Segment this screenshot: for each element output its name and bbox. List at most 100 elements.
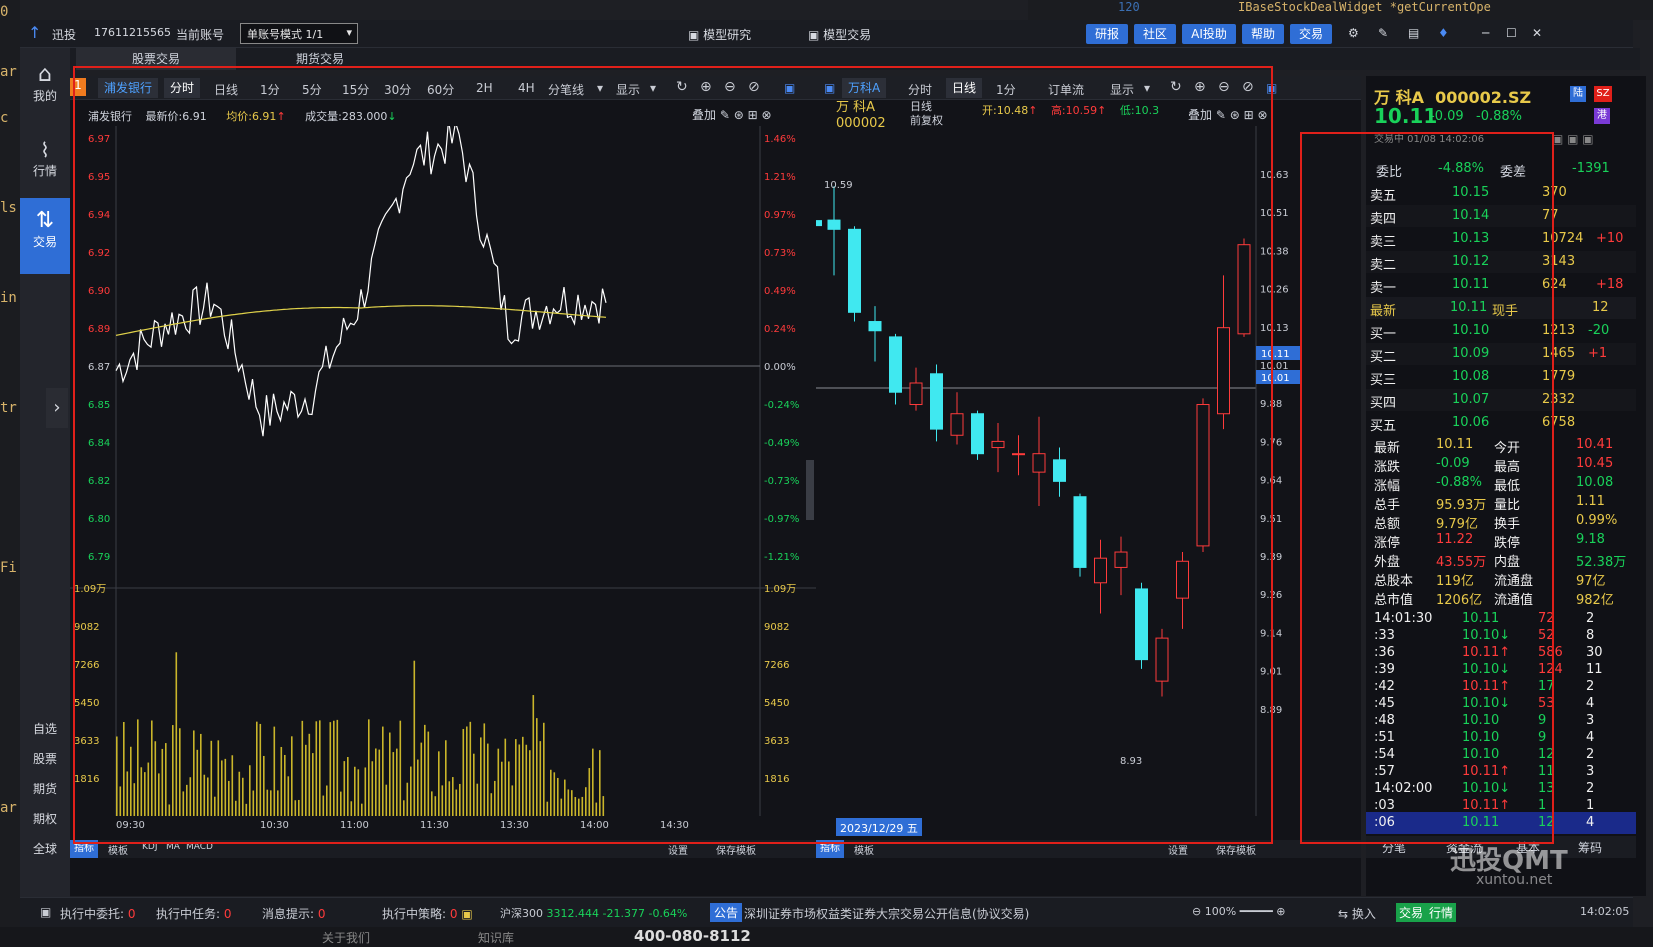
tab-model-research[interactable]: ▣ 模型研究 [688, 26, 751, 43]
tasks-icon[interactable]: ▣ [40, 905, 51, 919]
about-link[interactable]: 关于我们 [322, 929, 370, 946]
display-menu[interactable]: 显示 [1110, 81, 1134, 98]
market-toggle[interactable]: 行情 [1426, 903, 1457, 922]
tab-tick-line[interactable]: 分笔线 [548, 81, 584, 98]
research-button[interactable]: 研报 [1086, 24, 1128, 44]
tab-4h[interactable]: 4H [518, 81, 535, 95]
tab-indicator[interactable]: 指标 [70, 840, 98, 858]
refresh-icon[interactable]: ↻ [676, 79, 688, 95]
panel-icon[interactable]: ▣ [784, 81, 795, 95]
nav-stocks[interactable]: 股票 [20, 750, 70, 767]
skin-icon[interactable]: ♦ [1438, 26, 1449, 40]
tab-1min[interactable]: 1分 [260, 81, 280, 98]
chevron-down-icon[interactable]: ▾ [650, 81, 656, 95]
nav-watchlist[interactable]: 自选 [20, 720, 70, 737]
zoom-out-icon[interactable]: ⊖ [1218, 79, 1230, 95]
trade-button[interactable]: 交易 [1290, 24, 1332, 44]
zoom-in-icon[interactable]: ⊕ [700, 79, 712, 95]
tab-daily[interactable]: 日线 [946, 78, 983, 98]
tab-30min[interactable]: 30分 [384, 81, 411, 98]
tick-row-cell: 12 [1538, 815, 1555, 830]
status-tasks[interactable]: 执行中任务: 0 [156, 905, 232, 922]
tab-intraday[interactable]: 分时 [908, 81, 932, 98]
index-ticker[interactable]: 沪深300 3312.444 -21.377 -0.64% [500, 905, 687, 921]
close-icon[interactable]: ⊗ [762, 108, 772, 122]
nav-mine[interactable]: ⌂ 我的 [20, 58, 70, 124]
zoom-level[interactable]: ⊖ 100% ━━━━━ ⊕ [1192, 905, 1286, 918]
overlay-button[interactable]: 叠加 [692, 108, 716, 122]
collapse-arrow-icon[interactable]: › [46, 388, 68, 428]
kb-link[interactable]: 知识库 [478, 929, 514, 946]
settings-icon[interactable]: ⊛ [734, 108, 744, 122]
volume-bar [245, 803, 248, 816]
tab-15min[interactable]: 15分 [342, 81, 369, 98]
panel-icon[interactable]: ▣ [824, 81, 835, 95]
status-strategies[interactable]: 执行中策略: 0 ▣ [382, 905, 473, 922]
community-button[interactable]: 社区 [1134, 24, 1176, 44]
export-icon[interactable]: ⊘ [1242, 79, 1254, 95]
account-mode-select[interactable]: 单账号模式 1/1 ▾ [240, 23, 358, 44]
settings-button[interactable]: 设置 [668, 842, 688, 857]
pencil-icon[interactable]: ✎ [720, 108, 730, 122]
tab-60min[interactable]: 60分 [427, 81, 454, 98]
save-template-button[interactable]: 保存模板 [1216, 842, 1256, 857]
pencil-icon[interactable]: ✎ [1216, 108, 1226, 122]
display-menu[interactable]: 显示 [616, 81, 640, 98]
tab-indicator[interactable]: 指标 [816, 840, 844, 858]
tab-model-trade[interactable]: ▣ 模型交易 [808, 26, 871, 43]
close-icon[interactable]: ✕ [1532, 26, 1542, 40]
settings-icon[interactable]: ⊛ [1230, 108, 1240, 122]
chart2-symbol[interactable]: 万科A [842, 78, 887, 98]
chevron-down-icon[interactable]: ▾ [1144, 81, 1150, 95]
tab-ma[interactable]: MA [166, 842, 180, 852]
notice-text[interactable]: 深圳证券市场权益类证券大宗交易公开信息(协议交易) [744, 905, 1029, 922]
edit-icon[interactable]: ✎ [1378, 26, 1388, 40]
volume-bars [116, 652, 605, 816]
tab-template[interactable]: 模板 [854, 842, 874, 857]
splitter-handle[interactable] [806, 460, 814, 520]
layout-icon[interactable]: ▤ [1408, 26, 1419, 40]
tab-ticks[interactable]: 分笔 [1382, 839, 1406, 856]
refresh-icon[interactable]: ↻ [1170, 79, 1182, 95]
switch-in[interactable]: ⇆ 换入 [1338, 905, 1376, 922]
tab-macd[interactable]: MACD [186, 842, 213, 852]
tool-icons[interactable]: ▣ ▣ ▣ [1552, 132, 1594, 146]
trade-toggle[interactable]: 交易 [1396, 903, 1427, 922]
volume-bar [151, 720, 153, 816]
chevron-down-icon[interactable]: ▾ [597, 81, 603, 95]
save-template-button[interactable]: 保存模板 [716, 842, 756, 857]
zoom-out-icon[interactable]: ⊖ [724, 79, 736, 95]
tab-stock-trade[interactable]: 股票交易 [76, 48, 236, 70]
nav-options[interactable]: 期权 [20, 810, 70, 827]
panel-icon[interactable]: ▣ [1266, 81, 1277, 95]
tab-kdj[interactable]: KDJ [142, 842, 158, 852]
status-messages[interactable]: 消息提示: 0 [262, 905, 326, 922]
status-orders[interactable]: 执行中委托: 0 [60, 905, 136, 922]
tab-chips[interactable]: 筹码 [1578, 839, 1602, 856]
maximize-icon[interactable]: ☐ [1506, 26, 1517, 40]
tab-2h[interactable]: 2H [476, 81, 493, 95]
nav-futures[interactable]: 期货 [20, 780, 70, 797]
export-icon[interactable]: ⊘ [748, 79, 760, 95]
tab-5min[interactable]: 5分 [302, 81, 322, 98]
help-button[interactable]: 帮助 [1242, 24, 1284, 44]
nav-global[interactable]: 全球 [20, 840, 70, 857]
tab-order-flow[interactable]: 订单流 [1048, 81, 1084, 98]
tab-intraday[interactable]: 分时 [164, 78, 201, 98]
nav-market[interactable]: ⌇ 行情 [20, 134, 70, 200]
close-icon[interactable]: ⊗ [1258, 108, 1268, 122]
minimize-icon[interactable]: ─ [1482, 26, 1489, 40]
gear-icon[interactable]: ⚙ [1348, 26, 1359, 40]
chart1-symbol[interactable]: 浦发银行 [98, 78, 159, 98]
settings-button[interactable]: 设置 [1168, 842, 1188, 857]
grid-icon[interactable]: ⊞ [1244, 108, 1254, 122]
tab-1min[interactable]: 1分 [996, 81, 1016, 98]
tab-daily[interactable]: 日线 [214, 81, 238, 98]
tab-template[interactable]: 模板 [108, 842, 128, 857]
nav-trade[interactable]: ⇅ 交易 [20, 198, 70, 274]
zoom-in-icon[interactable]: ⊕ [1194, 79, 1206, 95]
overlay-button[interactable]: 叠加 [1188, 108, 1212, 122]
tab-futures-trade[interactable]: 期货交易 [250, 48, 390, 70]
grid-icon[interactable]: ⊞ [748, 108, 758, 122]
ai-help-button[interactable]: AI投助 [1182, 24, 1236, 44]
